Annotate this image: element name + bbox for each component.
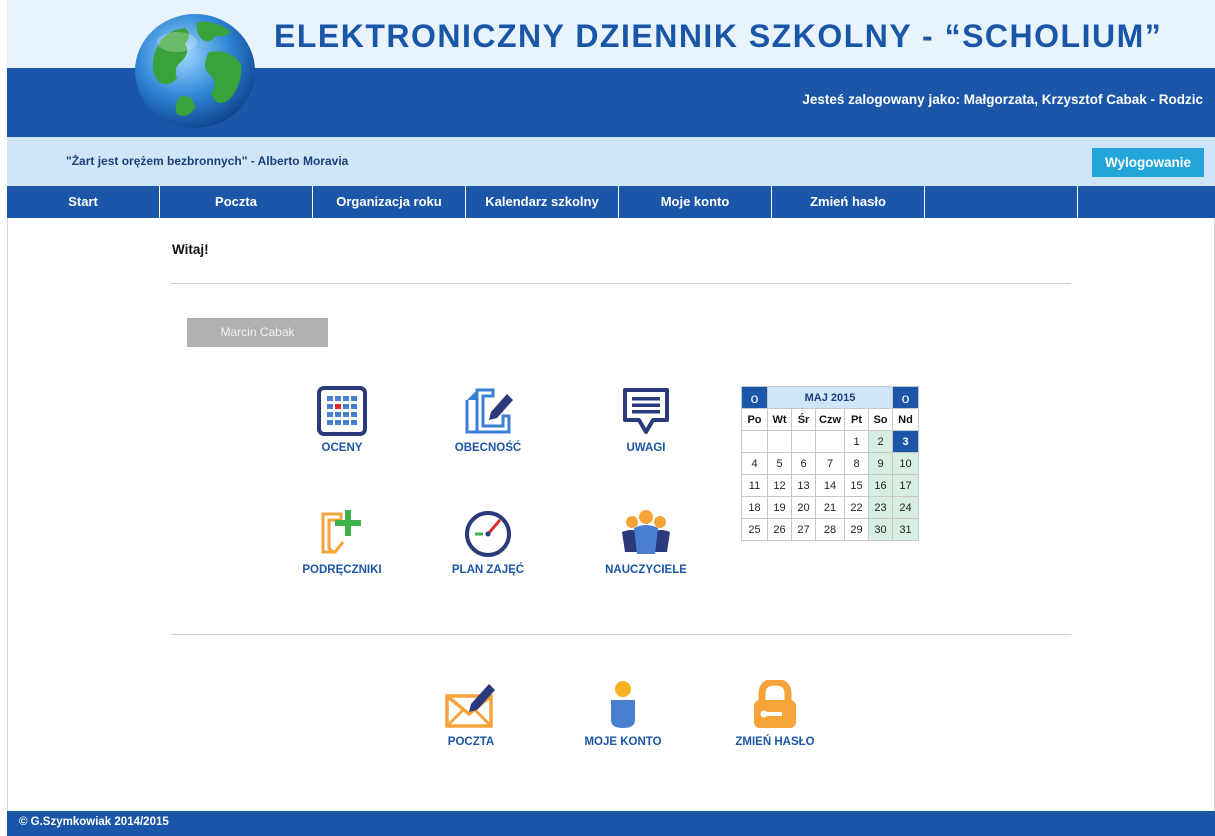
calendar-day[interactable]: 20 [791, 496, 816, 519]
footer: © G.Szymkowiak 2014/2015 [7, 811, 1215, 836]
calendar-day[interactable]: 19 [767, 496, 792, 519]
mail-envelope-icon [445, 684, 495, 728]
tile-zmien-haslo[interactable]: ZMIEŃ HASŁO [710, 680, 840, 748]
nav-item-zmien-haslo[interactable]: Zmień hasło [772, 186, 925, 218]
calendar-weekdays: Po Wt Śr Czw Pt So Nd [741, 408, 919, 431]
calendar-day[interactable]: 17 [892, 474, 919, 497]
calendar-day[interactable]: 26 [767, 518, 792, 541]
calendar-week: 1 2 3 [741, 430, 919, 453]
calendar-week: 18 19 20 21 22 23 24 [741, 496, 919, 519]
calendar-day[interactable]: 13 [791, 474, 816, 497]
calendar-day[interactable]: 6 [791, 452, 816, 475]
tile-plan-zajec[interactable]: PLAN ZAJĘĆ [423, 508, 553, 576]
tile-oceny[interactable]: OCENY [277, 386, 407, 454]
nav-item-moje-konto[interactable]: Moje konto [619, 186, 772, 218]
nav-item-start[interactable]: Start [7, 186, 160, 218]
weekday-header: Po [741, 408, 768, 431]
nav-item-kalendarz-szkolny[interactable]: Kalendarz szkolny [466, 186, 619, 218]
nav-item-empty [1078, 186, 1215, 218]
calendar-day[interactable]: 16 [868, 474, 893, 497]
calendar-day[interactable]: 9 [868, 452, 893, 475]
nav-item-empty [925, 186, 1078, 218]
copyright-text: © G.Szymkowiak 2014/2015 [19, 816, 169, 828]
tile-moje-konto[interactable]: MOJE KONTO [558, 680, 688, 748]
calendar: o MAJ 2015 o Po Wt Śr Czw Pt So Nd 1 2 3… [741, 386, 919, 541]
calendar-day[interactable]: 15 [844, 474, 869, 497]
logout-button[interactable]: Wylogowanie [1092, 148, 1204, 177]
tile-label: OBECNOŚĆ [454, 442, 522, 454]
calendar-day-today[interactable]: 3 [892, 430, 919, 453]
tile-label: UWAGI [626, 442, 666, 454]
tile-label: POCZTA [447, 736, 495, 748]
weekday-header: Czw [815, 408, 845, 431]
calendar-day [767, 430, 792, 453]
calendar-day[interactable]: 2 [868, 430, 893, 453]
calendar-day[interactable]: 8 [844, 452, 869, 475]
calendar-prev-button[interactable]: o [741, 386, 768, 409]
calendar-day [815, 430, 845, 453]
calendar-week: 4 5 6 7 8 9 10 [741, 452, 919, 475]
weekday-header: So [868, 408, 893, 431]
calendar-day[interactable]: 27 [791, 518, 816, 541]
remarks-speech-bubble-icon [623, 388, 669, 434]
attendance-pen-icon [465, 388, 513, 434]
weekday-header: Nd [892, 408, 919, 431]
calendar-day[interactable]: 7 [815, 452, 845, 475]
calendar-day [741, 430, 768, 453]
weekday-header: Pt [844, 408, 869, 431]
logged-in-user-info: Jesteś zalogowany jako: Małgorzata, Krzy… [802, 92, 1203, 107]
globe-icon [135, 14, 255, 128]
calendar-day[interactable]: 18 [741, 496, 768, 519]
padlock-icon [754, 680, 796, 728]
calendar-day[interactable]: 22 [844, 496, 869, 519]
calendar-day[interactable]: 28 [815, 518, 845, 541]
tile-label: MOJE KONTO [584, 736, 662, 748]
weekday-header: Śr [791, 408, 816, 431]
calendar-day[interactable]: 4 [741, 452, 768, 475]
calendar-day[interactable]: 24 [892, 496, 919, 519]
tile-label: NAUCZYCIELE [605, 564, 687, 576]
tile-poczta[interactable]: POCZTA [406, 680, 536, 748]
calendar-day[interactable]: 25 [741, 518, 768, 541]
calendar-month-title: MAJ 2015 [767, 386, 893, 409]
divider [171, 283, 1071, 284]
calendar-day[interactable]: 10 [892, 452, 919, 475]
nav-item-organizacja-roku[interactable]: Organizacja roku [313, 186, 466, 218]
tile-uwagi[interactable]: UWAGI [581, 386, 711, 454]
calendar-day[interactable]: 21 [815, 496, 845, 519]
calendar-day[interactable]: 11 [741, 474, 768, 497]
tile-label: ZMIEŃ HASŁO [735, 736, 815, 748]
quote-of-the-day: "Żart jest orężem bezbronnych" - Alberto… [66, 154, 349, 168]
tile-nauczyciele[interactable]: NAUCZYCIELE [581, 508, 711, 576]
calendar-day[interactable]: 14 [815, 474, 845, 497]
tile-podreczniki[interactable]: PODRĘCZNIKI [277, 508, 407, 576]
nav-item-poczta[interactable]: Poczta [160, 186, 313, 218]
tile-label: PLAN ZAJĘĆ [451, 564, 525, 576]
schedule-clock-icon [465, 511, 511, 557]
tile-label: OCENY [321, 442, 363, 454]
calendar-week: 11 12 13 14 15 16 17 [741, 474, 919, 497]
calendar-day[interactable]: 1 [844, 430, 869, 453]
calendar-day[interactable]: 29 [844, 518, 869, 541]
calendar-day[interactable]: 31 [892, 518, 919, 541]
calendar-day[interactable]: 30 [868, 518, 893, 541]
grades-grid-icon [317, 386, 367, 436]
teachers-group-icon [622, 510, 670, 554]
welcome-heading: Witaj! [172, 242, 209, 257]
tile-label: PODRĘCZNIKI [302, 564, 382, 576]
divider [171, 634, 1071, 635]
calendar-day[interactable]: 12 [767, 474, 792, 497]
calendar-next-button[interactable]: o [892, 386, 919, 409]
calendar-day[interactable]: 23 [868, 496, 893, 519]
textbooks-add-icon [321, 510, 361, 554]
calendar-day[interactable]: 5 [767, 452, 792, 475]
calendar-day [791, 430, 816, 453]
tile-obecnosc[interactable]: OBECNOŚĆ [423, 386, 553, 454]
main-nav: Start Poczta Organizacja roku Kalendarz … [7, 186, 1215, 218]
page-title: ELEKTRONICZNY DZIENNIK SZKOLNY - “SCHOLI… [274, 18, 1163, 54]
calendar-week: 25 26 27 28 29 30 31 [741, 518, 919, 541]
student-select-button[interactable]: Marcin Cabak [187, 318, 328, 347]
account-person-icon [611, 681, 635, 728]
weekday-header: Wt [767, 408, 792, 431]
